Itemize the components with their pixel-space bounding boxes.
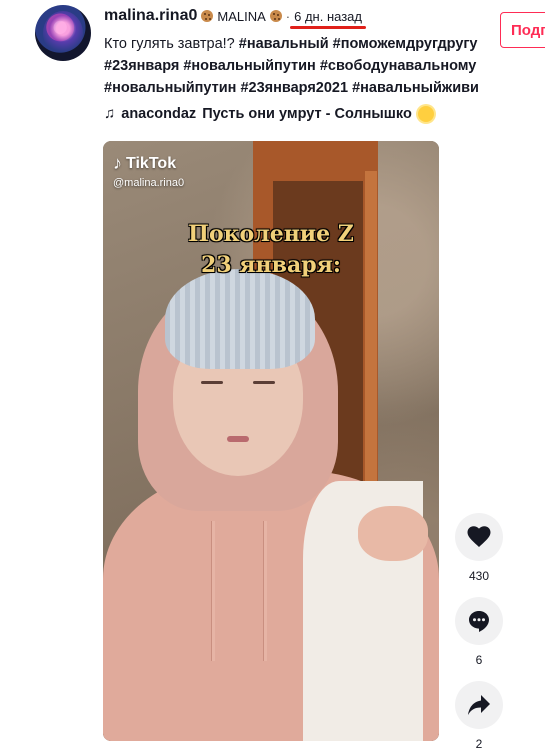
comment-count: 6 xyxy=(475,653,483,667)
tiktok-watermark-brand: TikTok xyxy=(126,154,177,172)
comment-button[interactable] xyxy=(455,597,503,645)
like-count: 430 xyxy=(468,569,490,583)
share-action: 2 xyxy=(455,681,503,748)
comment-action: 6 xyxy=(455,597,503,667)
music-link[interactable]: ♫ anacondaz Пусть они умрут - Солнышко xyxy=(104,105,504,122)
video-overlay-title: Поколение Z xyxy=(188,221,354,247)
like-action: 430 xyxy=(455,513,503,583)
separator: · xyxy=(285,8,291,24)
post-header: malina.rina0 MALINA · 6 дн. назад Кто гу… xyxy=(104,7,504,122)
share-button[interactable] xyxy=(455,681,503,729)
avatar[interactable] xyxy=(35,5,91,61)
music-artist: anacondaz xyxy=(121,105,197,122)
hashtag-link[interactable]: #поможемдругдругу xyxy=(333,36,478,52)
hashtag-link[interactable]: #навальныйживи xyxy=(352,80,479,96)
tiktok-watermark-handle: @malina.rina0 xyxy=(113,177,185,189)
username[interactable]: malina.rina0 xyxy=(104,7,197,25)
share-icon xyxy=(468,695,490,715)
post-time-text: 6 дн. назад xyxy=(294,8,362,24)
hashtag-link[interactable]: #23января xyxy=(104,58,179,74)
music-title: Пусть они умрут - Солнышко xyxy=(202,105,412,122)
sun-emoji-icon xyxy=(417,105,434,122)
hashtag-link[interactable]: #23января2021 xyxy=(240,80,348,96)
action-bar: 430 6 2 xyxy=(455,513,503,748)
music-note-icon: ♫ xyxy=(104,105,116,122)
caption: Кто гулять завтра!? #навальный #поможемд… xyxy=(104,33,524,99)
video-frame-hood-string xyxy=(263,521,267,661)
tiktok-logo-icon: ♪ xyxy=(113,153,122,173)
post-time: 6 дн. назад xyxy=(290,8,366,29)
share-count: 2 xyxy=(475,737,483,748)
cookie-emoji-icon xyxy=(269,10,282,22)
comment-icon xyxy=(469,611,489,632)
time-highlight-underline xyxy=(290,25,366,29)
video-player[interactable]: ♪ TikTok @malina.rina0 Поколение Z 23 ян… xyxy=(103,141,439,741)
video-frame-eye xyxy=(253,381,275,384)
video-frame-eye xyxy=(201,381,223,384)
hashtag-link[interactable]: #свободунавальному xyxy=(320,58,477,74)
author-line: malina.rina0 MALINA · 6 дн. назад xyxy=(104,7,504,29)
video-frame-hand xyxy=(358,506,428,561)
hashtag-link[interactable]: #новальныйпутин xyxy=(183,58,315,74)
tiktok-watermark: ♪ TikTok xyxy=(113,153,176,174)
hashtag-link[interactable]: #навальный xyxy=(239,36,329,52)
video-frame-mouth xyxy=(227,436,249,442)
video-overlay-subtitle: 23 января: xyxy=(201,252,341,278)
heart-icon xyxy=(467,526,491,547)
like-button[interactable] xyxy=(455,513,503,561)
hashtag-link[interactable]: #новальныйпутин xyxy=(104,80,236,96)
avatar-image xyxy=(43,11,83,55)
video-frame-hat xyxy=(165,269,315,369)
follow-button-label: Подп xyxy=(511,21,545,39)
video-frame-hood-string xyxy=(211,521,215,661)
follow-button[interactable]: Подп xyxy=(500,12,545,48)
nickname[interactable]: MALINA xyxy=(217,9,265,24)
cookie-emoji-icon xyxy=(201,10,214,22)
caption-text: Кто гулять завтра!? xyxy=(104,36,239,52)
